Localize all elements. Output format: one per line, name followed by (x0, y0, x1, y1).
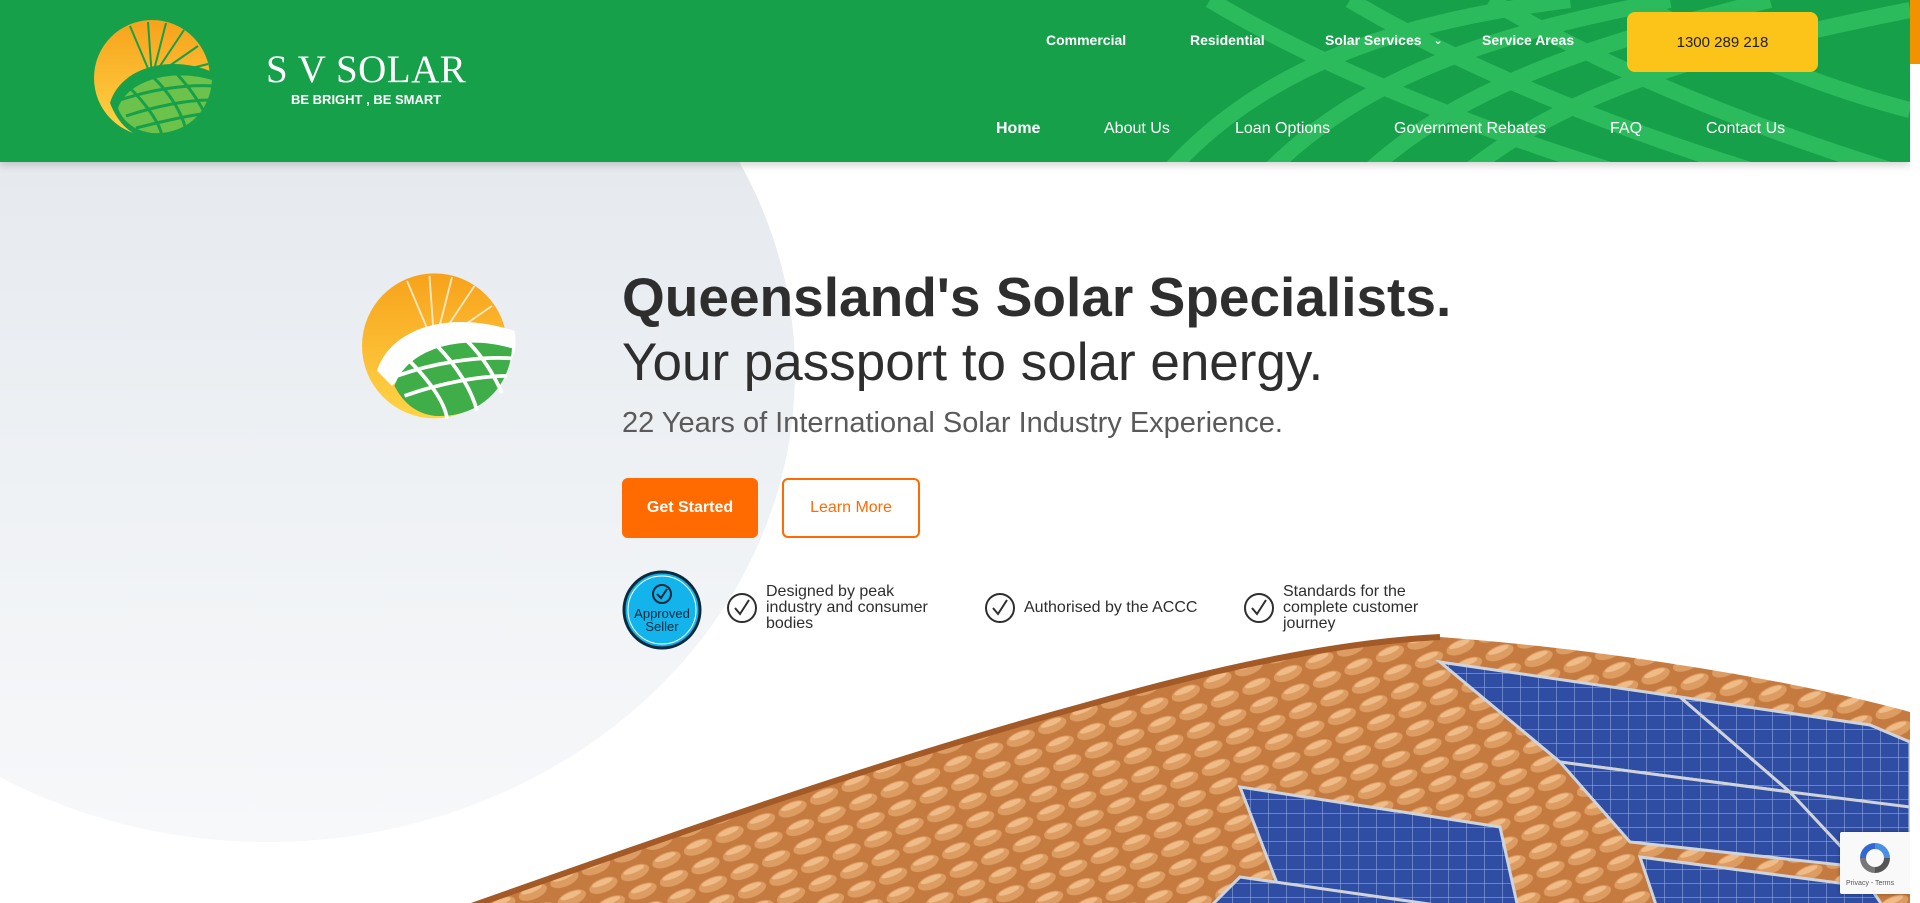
sun-solar-panel-logo[interactable] (90, 18, 218, 143)
sun-solar-panel-logo-large (362, 273, 516, 419)
nav-commercial[interactable]: Commercial (1046, 32, 1126, 48)
hero-experience-text: 22 Years of International Solar Industry… (622, 407, 1283, 439)
feature-text-line: complete customer (1283, 599, 1419, 616)
right-edge-accent (1910, 0, 1920, 64)
nav-faq[interactable]: FAQ (1610, 120, 1642, 138)
feature-text-line: Designed by peak (766, 583, 895, 600)
feature-text-line: Authorised by the ACCC (1024, 599, 1198, 616)
feature-text-line: Standards for the (1283, 583, 1406, 600)
nav-service-areas[interactable]: Service Areas (1482, 32, 1574, 48)
nav-solar-services-label: Solar Services (1325, 32, 1422, 48)
nav-contact-us[interactable]: Contact Us (1706, 120, 1785, 138)
brand-name[interactable]: S V SOLAR (266, 50, 466, 89)
get-started-button[interactable]: Get Started (622, 478, 758, 538)
phone-button[interactable]: 1300 289 218 (1627, 12, 1818, 72)
nav-home[interactable]: Home (996, 120, 1040, 138)
nav-residential[interactable]: Residential (1190, 32, 1265, 48)
right-edge-strip (1910, 0, 1920, 903)
nav-government-rebates[interactable]: Government Rebates (1394, 120, 1546, 138)
feature-text-line: industry and consumer (766, 599, 928, 616)
recaptcha-links[interactable]: Privacy - Terms (1846, 880, 1894, 887)
nav-loan-options[interactable]: Loan Options (1235, 120, 1330, 138)
recaptcha-icon (1860, 843, 1890, 873)
nav-about-us[interactable]: About Us (1104, 120, 1170, 138)
brand-tagline: BE BRIGHT , BE SMART (291, 92, 442, 107)
hero-headline: Queensland's Solar Specialists. (622, 266, 1452, 328)
learn-more-button[interactable]: Learn More (782, 478, 920, 538)
hero-section: Queensland's Solar Specialists. Your pas… (0, 162, 1910, 903)
nav-solar-services[interactable]: Solar Services ⌄ (1325, 32, 1443, 48)
roof-solar-panels-image (470, 634, 1910, 903)
site-header: S V SOLAR BE BRIGHT , BE SMART Commercia… (0, 0, 1910, 162)
page: S V SOLAR BE BRIGHT , BE SMART Commercia… (0, 0, 1910, 903)
hero-subheadline: Your passport to solar energy. (622, 333, 1324, 392)
chevron-down-icon: ⌄ (1433, 35, 1443, 47)
recaptcha-widget[interactable]: Privacy - Terms (1840, 832, 1910, 894)
